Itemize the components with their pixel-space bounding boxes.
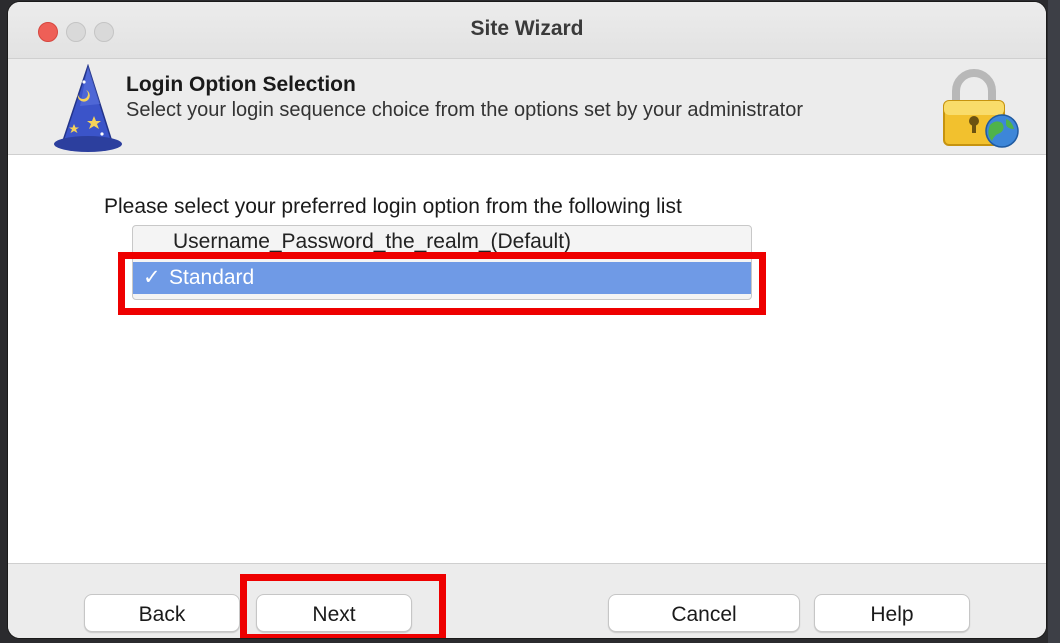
window-title: Site Wizard: [470, 17, 584, 40]
cancel-button[interactable]: Cancel: [608, 594, 800, 632]
header-subtitle: Select your login sequence choice from t…: [126, 99, 804, 121]
wizard-hat-icon: [54, 64, 122, 152]
highlight-box-standard: [118, 252, 766, 315]
help-button[interactable]: Help: [814, 594, 970, 632]
desktop-background: [1048, 0, 1060, 643]
highlight-box-next: [240, 574, 446, 638]
padlock-globe-icon: [943, 69, 1019, 148]
header-title: Login Option Selection: [126, 73, 356, 96]
site-wizard-window: Site Wizard Login Option Selection Selec…: [8, 2, 1046, 638]
wizard-header: Login Option Selection Select your login…: [8, 59, 1046, 155]
button-bar: Back Next Cancel Help: [8, 563, 1046, 638]
title-bar: Site Wizard: [8, 2, 1046, 59]
wizard-content: Please select your preferred login optio…: [8, 155, 1046, 563]
selection-prompt: Please select your preferred login optio…: [104, 195, 682, 218]
back-button[interactable]: Back: [84, 594, 240, 632]
